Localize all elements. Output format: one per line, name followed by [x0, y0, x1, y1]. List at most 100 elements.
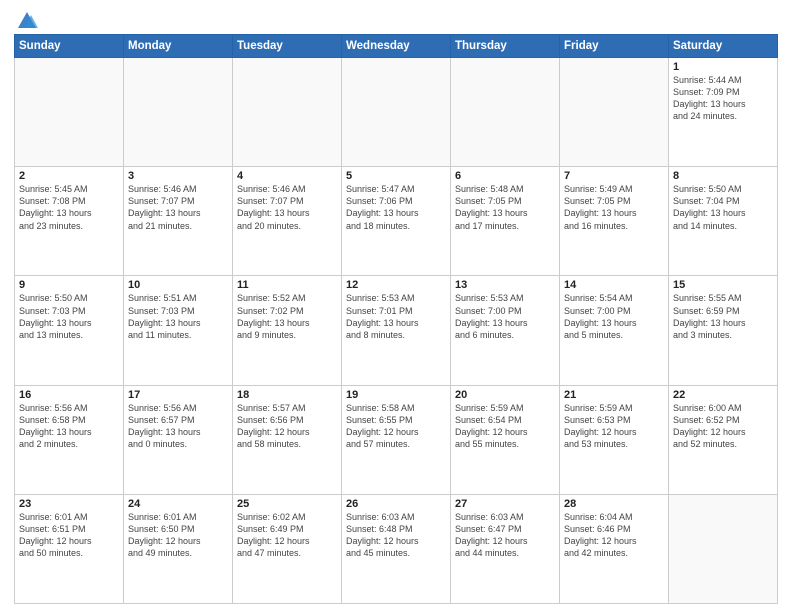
day-info: Sunrise: 5:56 AM Sunset: 6:58 PM Dayligh… — [19, 402, 119, 451]
day-info: Sunrise: 5:49 AM Sunset: 7:05 PM Dayligh… — [564, 183, 664, 232]
calendar-cell: 9Sunrise: 5:50 AM Sunset: 7:03 PM Daylig… — [15, 276, 124, 385]
calendar-cell — [342, 58, 451, 167]
day-number: 14 — [564, 279, 664, 291]
calendar-cell — [124, 58, 233, 167]
day-number: 10 — [128, 279, 228, 291]
calendar-cell: 1Sunrise: 5:44 AM Sunset: 7:09 PM Daylig… — [669, 58, 778, 167]
calendar-cell — [233, 58, 342, 167]
day-number: 16 — [19, 389, 119, 401]
day-info: Sunrise: 5:51 AM Sunset: 7:03 PM Dayligh… — [128, 292, 228, 341]
day-number: 26 — [346, 498, 446, 510]
calendar-cell: 26Sunrise: 6:03 AM Sunset: 6:48 PM Dayli… — [342, 494, 451, 603]
day-number: 25 — [237, 498, 337, 510]
day-info: Sunrise: 5:56 AM Sunset: 6:57 PM Dayligh… — [128, 402, 228, 451]
logo-icon — [16, 10, 38, 32]
day-number: 27 — [455, 498, 555, 510]
calendar-cell: 7Sunrise: 5:49 AM Sunset: 7:05 PM Daylig… — [560, 167, 669, 276]
day-number: 18 — [237, 389, 337, 401]
day-info: Sunrise: 5:46 AM Sunset: 7:07 PM Dayligh… — [128, 183, 228, 232]
header — [14, 10, 778, 28]
day-info: Sunrise: 6:01 AM Sunset: 6:51 PM Dayligh… — [19, 511, 119, 560]
day-info: Sunrise: 5:55 AM Sunset: 6:59 PM Dayligh… — [673, 292, 773, 341]
calendar-week-row: 23Sunrise: 6:01 AM Sunset: 6:51 PM Dayli… — [15, 494, 778, 603]
calendar-cell: 13Sunrise: 5:53 AM Sunset: 7:00 PM Dayli… — [451, 276, 560, 385]
day-info: Sunrise: 6:03 AM Sunset: 6:47 PM Dayligh… — [455, 511, 555, 560]
weekday-header-sunday: Sunday — [15, 35, 124, 58]
weekday-header-row: SundayMondayTuesdayWednesdayThursdayFrid… — [15, 35, 778, 58]
weekday-header-saturday: Saturday — [669, 35, 778, 58]
day-info: Sunrise: 5:47 AM Sunset: 7:06 PM Dayligh… — [346, 183, 446, 232]
calendar-cell: 23Sunrise: 6:01 AM Sunset: 6:51 PM Dayli… — [15, 494, 124, 603]
day-info: Sunrise: 5:52 AM Sunset: 7:02 PM Dayligh… — [237, 292, 337, 341]
calendar-cell — [451, 58, 560, 167]
day-number: 11 — [237, 279, 337, 291]
day-number: 19 — [346, 389, 446, 401]
day-number: 1 — [673, 61, 773, 73]
calendar-week-row: 9Sunrise: 5:50 AM Sunset: 7:03 PM Daylig… — [15, 276, 778, 385]
calendar-cell: 12Sunrise: 5:53 AM Sunset: 7:01 PM Dayli… — [342, 276, 451, 385]
calendar-cell: 24Sunrise: 6:01 AM Sunset: 6:50 PM Dayli… — [124, 494, 233, 603]
calendar-cell: 14Sunrise: 5:54 AM Sunset: 7:00 PM Dayli… — [560, 276, 669, 385]
weekday-header-friday: Friday — [560, 35, 669, 58]
calendar-cell — [15, 58, 124, 167]
calendar-cell: 4Sunrise: 5:46 AM Sunset: 7:07 PM Daylig… — [233, 167, 342, 276]
day-number: 24 — [128, 498, 228, 510]
calendar-cell: 27Sunrise: 6:03 AM Sunset: 6:47 PM Dayli… — [451, 494, 560, 603]
calendar-cell: 18Sunrise: 5:57 AM Sunset: 6:56 PM Dayli… — [233, 385, 342, 494]
calendar-cell: 20Sunrise: 5:59 AM Sunset: 6:54 PM Dayli… — [451, 385, 560, 494]
day-number: 21 — [564, 389, 664, 401]
day-info: Sunrise: 6:03 AM Sunset: 6:48 PM Dayligh… — [346, 511, 446, 560]
day-number: 5 — [346, 170, 446, 182]
day-info: Sunrise: 5:46 AM Sunset: 7:07 PM Dayligh… — [237, 183, 337, 232]
weekday-header-tuesday: Tuesday — [233, 35, 342, 58]
weekday-header-monday: Monday — [124, 35, 233, 58]
calendar-cell: 11Sunrise: 5:52 AM Sunset: 7:02 PM Dayli… — [233, 276, 342, 385]
calendar-cell: 3Sunrise: 5:46 AM Sunset: 7:07 PM Daylig… — [124, 167, 233, 276]
calendar-cell: 22Sunrise: 6:00 AM Sunset: 6:52 PM Dayli… — [669, 385, 778, 494]
calendar-cell: 17Sunrise: 5:56 AM Sunset: 6:57 PM Dayli… — [124, 385, 233, 494]
day-number: 12 — [346, 279, 446, 291]
weekday-header-thursday: Thursday — [451, 35, 560, 58]
calendar-cell: 21Sunrise: 5:59 AM Sunset: 6:53 PM Dayli… — [560, 385, 669, 494]
page: SundayMondayTuesdayWednesdayThursdayFrid… — [0, 0, 792, 612]
day-info: Sunrise: 5:44 AM Sunset: 7:09 PM Dayligh… — [673, 74, 773, 123]
day-number: 23 — [19, 498, 119, 510]
day-number: 7 — [564, 170, 664, 182]
calendar-table: SundayMondayTuesdayWednesdayThursdayFrid… — [14, 34, 778, 604]
calendar-cell: 5Sunrise: 5:47 AM Sunset: 7:06 PM Daylig… — [342, 167, 451, 276]
calendar-cell: 6Sunrise: 5:48 AM Sunset: 7:05 PM Daylig… — [451, 167, 560, 276]
day-number: 17 — [128, 389, 228, 401]
day-number: 13 — [455, 279, 555, 291]
calendar-cell: 16Sunrise: 5:56 AM Sunset: 6:58 PM Dayli… — [15, 385, 124, 494]
calendar-week-row: 2Sunrise: 5:45 AM Sunset: 7:08 PM Daylig… — [15, 167, 778, 276]
calendar-cell: 8Sunrise: 5:50 AM Sunset: 7:04 PM Daylig… — [669, 167, 778, 276]
day-number: 8 — [673, 170, 773, 182]
day-info: Sunrise: 5:45 AM Sunset: 7:08 PM Dayligh… — [19, 183, 119, 232]
calendar-week-row: 16Sunrise: 5:56 AM Sunset: 6:58 PM Dayli… — [15, 385, 778, 494]
day-info: Sunrise: 5:57 AM Sunset: 6:56 PM Dayligh… — [237, 402, 337, 451]
calendar-cell — [560, 58, 669, 167]
day-info: Sunrise: 5:58 AM Sunset: 6:55 PM Dayligh… — [346, 402, 446, 451]
day-number: 9 — [19, 279, 119, 291]
weekday-header-wednesday: Wednesday — [342, 35, 451, 58]
calendar-week-row: 1Sunrise: 5:44 AM Sunset: 7:09 PM Daylig… — [15, 58, 778, 167]
day-info: Sunrise: 5:54 AM Sunset: 7:00 PM Dayligh… — [564, 292, 664, 341]
day-info: Sunrise: 5:48 AM Sunset: 7:05 PM Dayligh… — [455, 183, 555, 232]
day-info: Sunrise: 5:50 AM Sunset: 7:04 PM Dayligh… — [673, 183, 773, 232]
day-info: Sunrise: 6:00 AM Sunset: 6:52 PM Dayligh… — [673, 402, 773, 451]
day-info: Sunrise: 5:59 AM Sunset: 6:54 PM Dayligh… — [455, 402, 555, 451]
day-number: 4 — [237, 170, 337, 182]
day-info: Sunrise: 6:04 AM Sunset: 6:46 PM Dayligh… — [564, 511, 664, 560]
logo — [14, 10, 38, 28]
day-number: 22 — [673, 389, 773, 401]
calendar-cell: 19Sunrise: 5:58 AM Sunset: 6:55 PM Dayli… — [342, 385, 451, 494]
day-number: 20 — [455, 389, 555, 401]
calendar-cell: 10Sunrise: 5:51 AM Sunset: 7:03 PM Dayli… — [124, 276, 233, 385]
day-info: Sunrise: 5:53 AM Sunset: 7:01 PM Dayligh… — [346, 292, 446, 341]
day-info: Sunrise: 6:02 AM Sunset: 6:49 PM Dayligh… — [237, 511, 337, 560]
calendar-cell: 28Sunrise: 6:04 AM Sunset: 6:46 PM Dayli… — [560, 494, 669, 603]
day-number: 3 — [128, 170, 228, 182]
day-info: Sunrise: 6:01 AM Sunset: 6:50 PM Dayligh… — [128, 511, 228, 560]
calendar-cell — [669, 494, 778, 603]
day-info: Sunrise: 5:59 AM Sunset: 6:53 PM Dayligh… — [564, 402, 664, 451]
